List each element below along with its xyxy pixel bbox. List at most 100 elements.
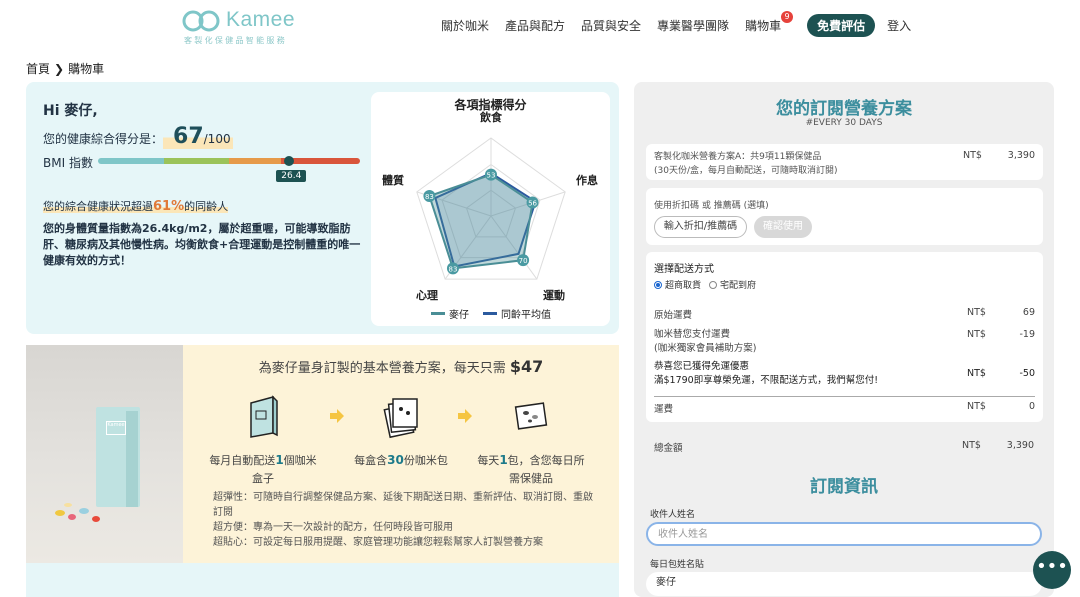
feature-caring: 超貼心：可設定每日服用提醒、家庭管理功能讓您輕鬆幫家人訂製營養方案 <box>213 537 543 548</box>
order-subtitle: #EVERY 30 DAYS <box>805 118 883 128</box>
shipping-options: 超商取貨 宅配到府 <box>654 278 764 291</box>
line-kamee-subsidy: 咖米替您支付運費 (咖米獨家會員補助方案) NT$ -19 <box>654 329 1035 354</box>
box-icon <box>250 395 278 438</box>
radar-axis-label: 飲食 <box>479 110 503 124</box>
pills-icon <box>55 503 100 522</box>
pill-packet-icon <box>514 402 548 430</box>
bmi-marker <box>284 156 295 166</box>
product-photo: Kamee <box>26 345 183 564</box>
next-section-strip <box>26 563 619 597</box>
bmi-scale-bar <box>98 158 360 164</box>
radar-point-label: 53 <box>487 172 496 180</box>
nav-quality[interactable]: 品質與安全 <box>581 17 641 34</box>
line-shipping-total: 運費 NT$ 0 <box>654 401 1035 415</box>
recipient-name-label: 收件人姓名 <box>650 510 696 520</box>
nickname-label: 每日包姓名貼 <box>650 560 705 570</box>
product-box-side <box>126 411 138 507</box>
radar-svg: 53 56 70 83 83 飲食作息運動 心理 體質 <box>382 110 598 302</box>
radar-chart: 各項指標得分 53 56 70 83 83 飲食 作息 運動 心理 體質 麥仔 同齡平均值 <box>371 92 610 326</box>
step-daily-text: 每天1包，含您每日所需保健品 <box>477 453 585 485</box>
health-summary-card: Hi 麥仔, 您的健康綜合得分是： 67 /100 BMI 指數 26.4 您的… <box>26 82 619 334</box>
bmi-value-tag: 26.4 <box>276 170 307 182</box>
compare-prefix: 您的綜合健康狀況超過 <box>43 200 153 213</box>
step-packs: 每盒含30份咖米包 <box>346 393 456 470</box>
radar-axis-label: 運動 <box>543 288 565 302</box>
score-label: 您的健康綜合得分是： <box>43 132 164 146</box>
recipient-name-input[interactable]: 收件人姓名 <box>646 522 1042 546</box>
cart-count-badge: 9 <box>781 11 794 23</box>
shipping-box: 選擇配送方式 超商取貨 宅配到府 原始運費 NT$ 69 咖米替您支付運費 (咖米獨… <box>646 252 1043 422</box>
legend-peer: 同齡平均值 <box>483 306 551 321</box>
step-delivery: 每月自動配送1個咖米盒子 <box>208 393 318 488</box>
feature-flexible: 超彈性：可隨時自行調整保健品方案、延後下期配送日期、重新評估、取消訂閱、重啟訂閱 <box>213 492 593 518</box>
legend-user: 麥仔 <box>431 306 469 321</box>
plan-title-text: 為麥仔量身訂製的基本營養方案，每天只需 <box>258 361 506 376</box>
compare-suffix: 的同齡人 <box>184 200 229 213</box>
radar-point-label: 83 <box>448 265 457 273</box>
peer-comparison: 您的綜合健康狀況超過61%的同齡人 <box>43 198 229 214</box>
plan-price: $47 <box>509 357 544 376</box>
promo-code-input[interactable]: 輸入折扣/推薦碼 <box>654 216 747 238</box>
plan-card: Kamee 為麥仔量身訂製的基本營養方案，每天只需 $47 每月自動配送1個咖米… <box>26 345 619 564</box>
score-value: 67 <box>173 124 204 149</box>
compare-percent: 61% <box>153 199 185 214</box>
radar-axis-label: 心理 <box>416 289 438 302</box>
brand-tagline: 客製化保健品智能服務 <box>184 36 287 45</box>
arrow-right-icon <box>330 409 344 423</box>
shipping-title: 選擇配送方式 <box>654 264 714 275</box>
radar-axis-label: 體質 <box>382 173 404 187</box>
nav-about[interactable]: 關於咖米 <box>441 17 489 34</box>
chevron-right-icon: ❯ <box>54 61 65 76</box>
nav-cart-label: 購物車 <box>745 19 782 33</box>
radar-point-label: 70 <box>519 257 528 265</box>
radar-legend: 麥仔 同齡平均值 <box>431 306 565 321</box>
shipping-option-store[interactable]: 超商取貨 <box>654 278 701 291</box>
brand-logo[interactable]: Kamee 客製化保健品智能服務 <box>182 8 302 45</box>
order-item-price: NT$ 3,390 <box>963 150 1035 161</box>
step-delivery-text: 每月自動配送1個咖米盒子 <box>209 453 317 485</box>
order-item-box: 客製化咖米營養方案A：共9項11顆保健品 (30天份/盒，每月自動配送，可隨時取… <box>646 144 1043 180</box>
subscription-title: 訂閱資訊 <box>810 477 878 497</box>
order-panel: 您的訂閱營養方案 #EVERY 30 DAYS 客製化咖米營養方案A：共9項11… <box>634 82 1054 597</box>
breadcrumb: 首頁 ❯ 購物車 <box>26 60 104 77</box>
nickname-input[interactable]: 麥仔 <box>646 572 1042 596</box>
promo-apply-button[interactable]: 確認使用 <box>754 216 812 238</box>
step-packs-text: 每盒含30份咖米包 <box>354 453 448 467</box>
radio-empty-icon <box>709 280 718 289</box>
arrow-right-icon <box>458 409 472 423</box>
promo-label: 使用折扣碼 或 推薦碼 (選填) <box>654 201 769 211</box>
login-link[interactable]: 登入 <box>887 17 911 34</box>
brand-name: Kamee <box>226 8 296 31</box>
main-nav: 關於咖米 產品與配方 品質與安全 專業醫學團隊 購物車 9 免費評估 登入 <box>441 11 927 37</box>
radio-selected-icon <box>654 280 662 289</box>
legend-user-label: 麥仔 <box>449 310 469 321</box>
step-daily: 每天1包，含您每日所需保健品 <box>476 393 586 488</box>
health-score: 您的健康綜合得分是： 67 /100 <box>43 124 233 149</box>
breadcrumb-home[interactable]: 首頁 <box>26 60 50 77</box>
plan-features: 超彈性：可隨時自行調整保健品方案、延後下期配送日期、重新評估、取消訂閱、重啟訂閱… <box>213 490 593 550</box>
plan-title: 為麥仔量身訂製的基本營養方案，每天只需 $47 <box>183 357 619 376</box>
order-title: 您的訂閱營養方案 <box>776 99 912 119</box>
nav-cart[interactable]: 購物車 9 <box>745 11 794 34</box>
site-header: Kamee 客製化保健品智能服務 關於咖米 產品與配方 品質與安全 專業醫學團隊… <box>0 0 1080 50</box>
score-max: /100 <box>203 132 231 146</box>
nav-products[interactable]: 產品與配方 <box>505 17 565 34</box>
nav-medical-team[interactable]: 專業醫學團隊 <box>657 17 729 34</box>
divider <box>654 396 1035 397</box>
radar-axis-label: 作息 <box>576 173 598 187</box>
order-item-desc: 客製化咖米營養方案A：共9項11顆保健品 (30天份/盒，每月自動配送，可隨時取… <box>654 152 838 176</box>
radar-point-label: 56 <box>528 200 537 208</box>
greeting: Hi 麥仔, <box>43 103 98 119</box>
line-free-shipping: 恭喜您已獲得免運優惠 滿$1790即享尊榮免運，不限配送方式，我們幫您付! NT$… <box>654 361 1035 386</box>
shipping-option-home[interactable]: 宅配到府 <box>709 278 756 291</box>
health-advice: 您的身體質量指數為26.4kg/m2，屬於超重喔，可能導致脂肪肝、糖尿病及其他慢… <box>43 222 361 267</box>
legend-peer-label: 同齡平均值 <box>501 310 551 321</box>
order-total: 總金額 NT$ 3,390 <box>654 440 1034 454</box>
bmi-label: BMI 指數 <box>43 156 93 170</box>
radar-point-label: 83 <box>425 193 434 201</box>
line-original-shipping: 原始運費 NT$ 69 <box>654 307 1035 321</box>
packets-icon <box>383 398 418 439</box>
breadcrumb-current: 購物車 <box>68 62 105 76</box>
free-assessment-button[interactable]: 免費評估 <box>807 14 876 37</box>
chat-icon[interactable]: ••• <box>1033 551 1071 589</box>
